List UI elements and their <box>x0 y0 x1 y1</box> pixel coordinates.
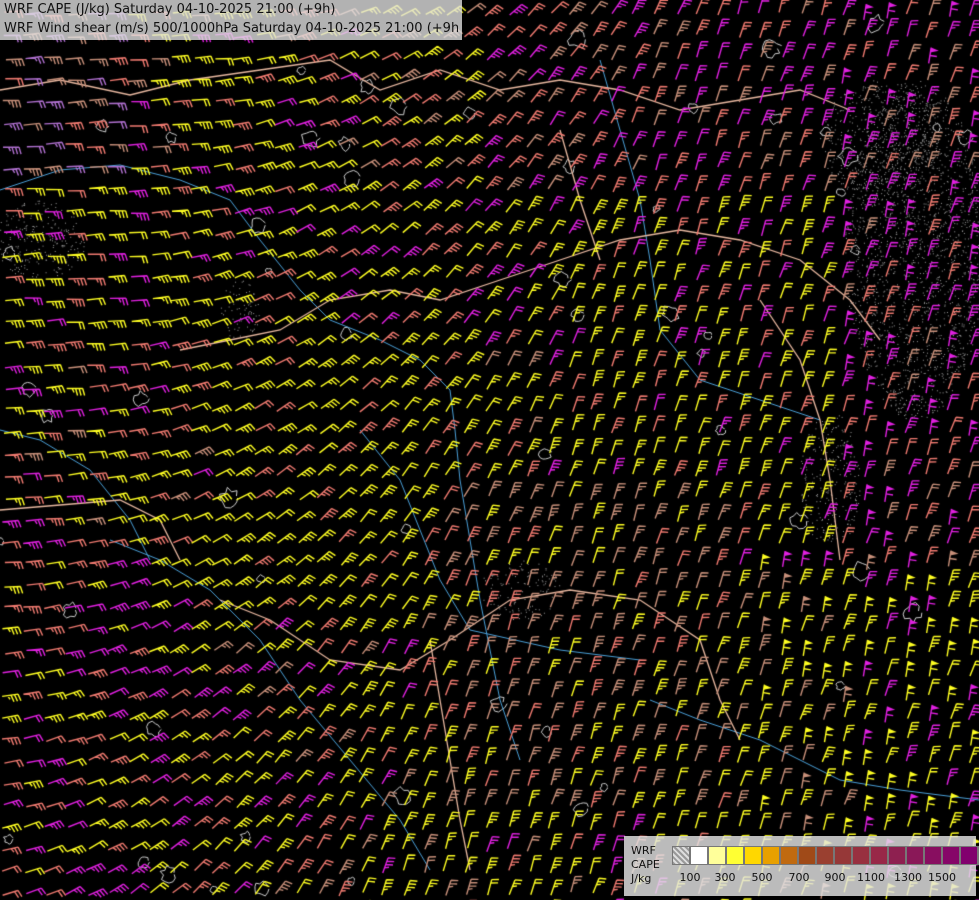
legend-tick-label: 700 <box>788 871 810 884</box>
legend-tick-label: 100 <box>679 871 701 884</box>
legend-swatch <box>834 846 852 865</box>
cape-title: WRF CAPE (J/kg) Saturday 04-10-2025 21:0… <box>4 2 336 17</box>
legend-model-label: WRF <box>631 844 656 857</box>
legend-swatch <box>960 846 978 865</box>
wind-shear-map <box>0 0 979 900</box>
legend-unit-label: J/kg <box>631 872 652 885</box>
wind-shear-title: WRF Wind shear (m/s) 500/1000hPa Saturda… <box>4 21 458 36</box>
legend-tick-label: 900 <box>824 871 846 884</box>
legend-swatch <box>762 846 780 865</box>
legend-swatch <box>672 846 690 865</box>
legend-tick-label: 1300 <box>894 871 922 884</box>
legend-swatch <box>942 846 960 865</box>
legend-swatch <box>690 846 708 865</box>
legend-swatch <box>708 846 726 865</box>
legend-swatch <box>816 846 834 865</box>
legend-swatch <box>726 846 744 865</box>
legend-tick-label: 500 <box>751 871 773 884</box>
legend-swatch <box>924 846 942 865</box>
legend-tick-label: 1500 <box>928 871 956 884</box>
legend-swatch <box>744 846 762 865</box>
map-title-box: WRF CAPE (J/kg) Saturday 04-10-2025 21:0… <box>0 0 462 40</box>
cape-legend: WRF CAPE J/kg 100 300 500 700 900 1100 1300 150… <box>624 836 979 896</box>
legend-swatch <box>906 846 924 865</box>
legend-swatch <box>780 846 798 865</box>
legend-tick-label: 300 <box>714 871 736 884</box>
legend-field-label: CAPE <box>631 858 660 871</box>
legend-tick-label: 1100 <box>857 871 885 884</box>
legend-swatch <box>888 846 906 865</box>
legend-swatch <box>852 846 870 865</box>
legend-color-scale <box>672 846 979 865</box>
legend-swatch <box>870 846 888 865</box>
legend-swatch <box>798 846 816 865</box>
